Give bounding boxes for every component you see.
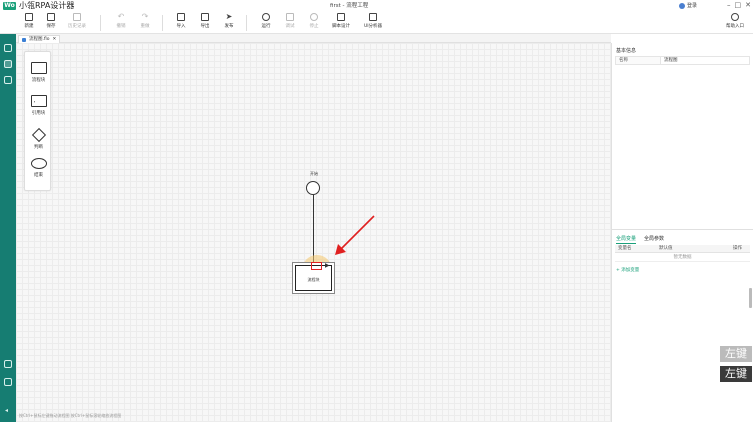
export-icon [201,13,209,21]
properties-title: 基本信息 [616,48,637,54]
document-tabbar: 流程图.flo ✕ [16,34,611,43]
column-actions: 操作 [733,246,742,251]
stop-button[interactable]: 停止 [303,13,325,29]
panel-divider [612,229,753,230]
key-overlay-faded: 左键 [720,346,752,362]
debug-icon [286,13,294,21]
history-icon [73,13,81,21]
undo-icon: ↶ [117,12,125,21]
redo-button[interactable]: ↷ 重做 [134,12,156,30]
user-icon [679,2,685,9]
tab-flowchart[interactable]: 流程图.flo ✕ [18,35,61,43]
run-icon [262,13,270,21]
tab-label: 流程图.flo [29,37,50,42]
flow-file-icon [22,37,26,42]
home-icon[interactable] [4,44,12,52]
import-button[interactable]: 导入 [170,13,192,29]
toolbar-divider [246,15,247,31]
app-title: 小瓴RPA设计器 [19,1,75,10]
toolbar-divider [100,15,101,31]
collapse-icon[interactable]: ◂ [5,407,8,414]
login-link[interactable]: 登录 [679,2,697,10]
annotation-arrow [335,215,375,255]
help-button[interactable]: 帮助入口 [724,13,746,29]
undo-button[interactable]: ↶ 撤销 [110,12,132,30]
tab-global-variables[interactable]: 全局变量 [616,235,637,244]
new-button[interactable]: 新建 [18,13,40,29]
variables-table-header: 变量名 默认值 操作 [615,245,750,253]
tab-global-parameters[interactable]: 全局参数 [644,235,664,244]
variables-tabs: 全局变量 全局参数 [616,235,664,244]
history-button[interactable]: 历史记录 [66,13,88,29]
stop-icon [310,13,318,21]
settings-icon[interactable] [4,378,12,386]
tab-close-icon[interactable]: ✕ [53,36,57,43]
script-design-button[interactable]: 脚本设计 [330,13,352,29]
redo-icon: ↷ [141,12,149,21]
login-label: 登录 [687,3,698,9]
publish-icon: ➤ [225,12,233,21]
document-title: first - 流程工程 [330,3,369,9]
maximize-button[interactable]: □ [735,1,742,10]
key-overlay: 左键 [720,366,752,382]
property-row: 名称 流程图 [615,56,750,65]
variables-empty-state: 暂无数据 [615,254,750,262]
toolbar-divider [162,15,163,31]
flow-icon[interactable] [4,60,12,68]
run-button[interactable]: 运行 [255,13,277,29]
panel-scrollbar[interactable] [749,288,752,308]
add-variable-button[interactable]: + 添加变量 [616,267,639,273]
property-value[interactable]: 流程图 [661,57,749,64]
save-icon [47,13,55,21]
export-button[interactable]: 导出 [194,13,216,29]
plugin-icon[interactable] [4,360,12,368]
minimize-button[interactable]: – [727,1,731,10]
flow-canvas[interactable]: 流程块 , 引用块 判断 结束 开始 流程块 ▶ 按Ctrl+鼠标左键拖动流程图… [16,43,611,422]
help-icon [731,13,739,21]
import-icon [177,13,185,21]
left-nav-rail: ◂ [0,34,16,422]
canvas-hint: 按Ctrl+鼠标左键拖动流程图 按Ctrl+鼠标滚轮缩放流程图 [19,413,122,418]
main-toolbar: 新建 保存 历史记录 ↶ 撤销 ↷ 重做 导入 导出 ➤ 发布 运行 调试 停止 脚本… [0,12,753,34]
ui-analyzer-button[interactable]: UI分析器 [362,13,384,29]
property-key: 名称 [616,57,661,64]
new-icon [25,13,33,21]
script-icon [337,13,345,21]
column-default-value: 默认值 [659,246,673,251]
window-controls: – □ ✕ [727,1,751,10]
ui-analyzer-icon [369,13,377,21]
save-button[interactable]: 保存 [40,13,62,29]
debug-button[interactable]: 调试 [279,13,301,29]
component-icon[interactable] [4,76,12,84]
title-bar: Wo 小瓴RPA设计器 first - 流程工程 登录 – □ ✕ [0,0,753,12]
column-variable-name: 变量名 [618,246,632,251]
close-button[interactable]: ✕ [745,1,751,10]
app-logo: Wo [3,2,16,10]
publish-button[interactable]: ➤ 发布 [218,12,240,30]
